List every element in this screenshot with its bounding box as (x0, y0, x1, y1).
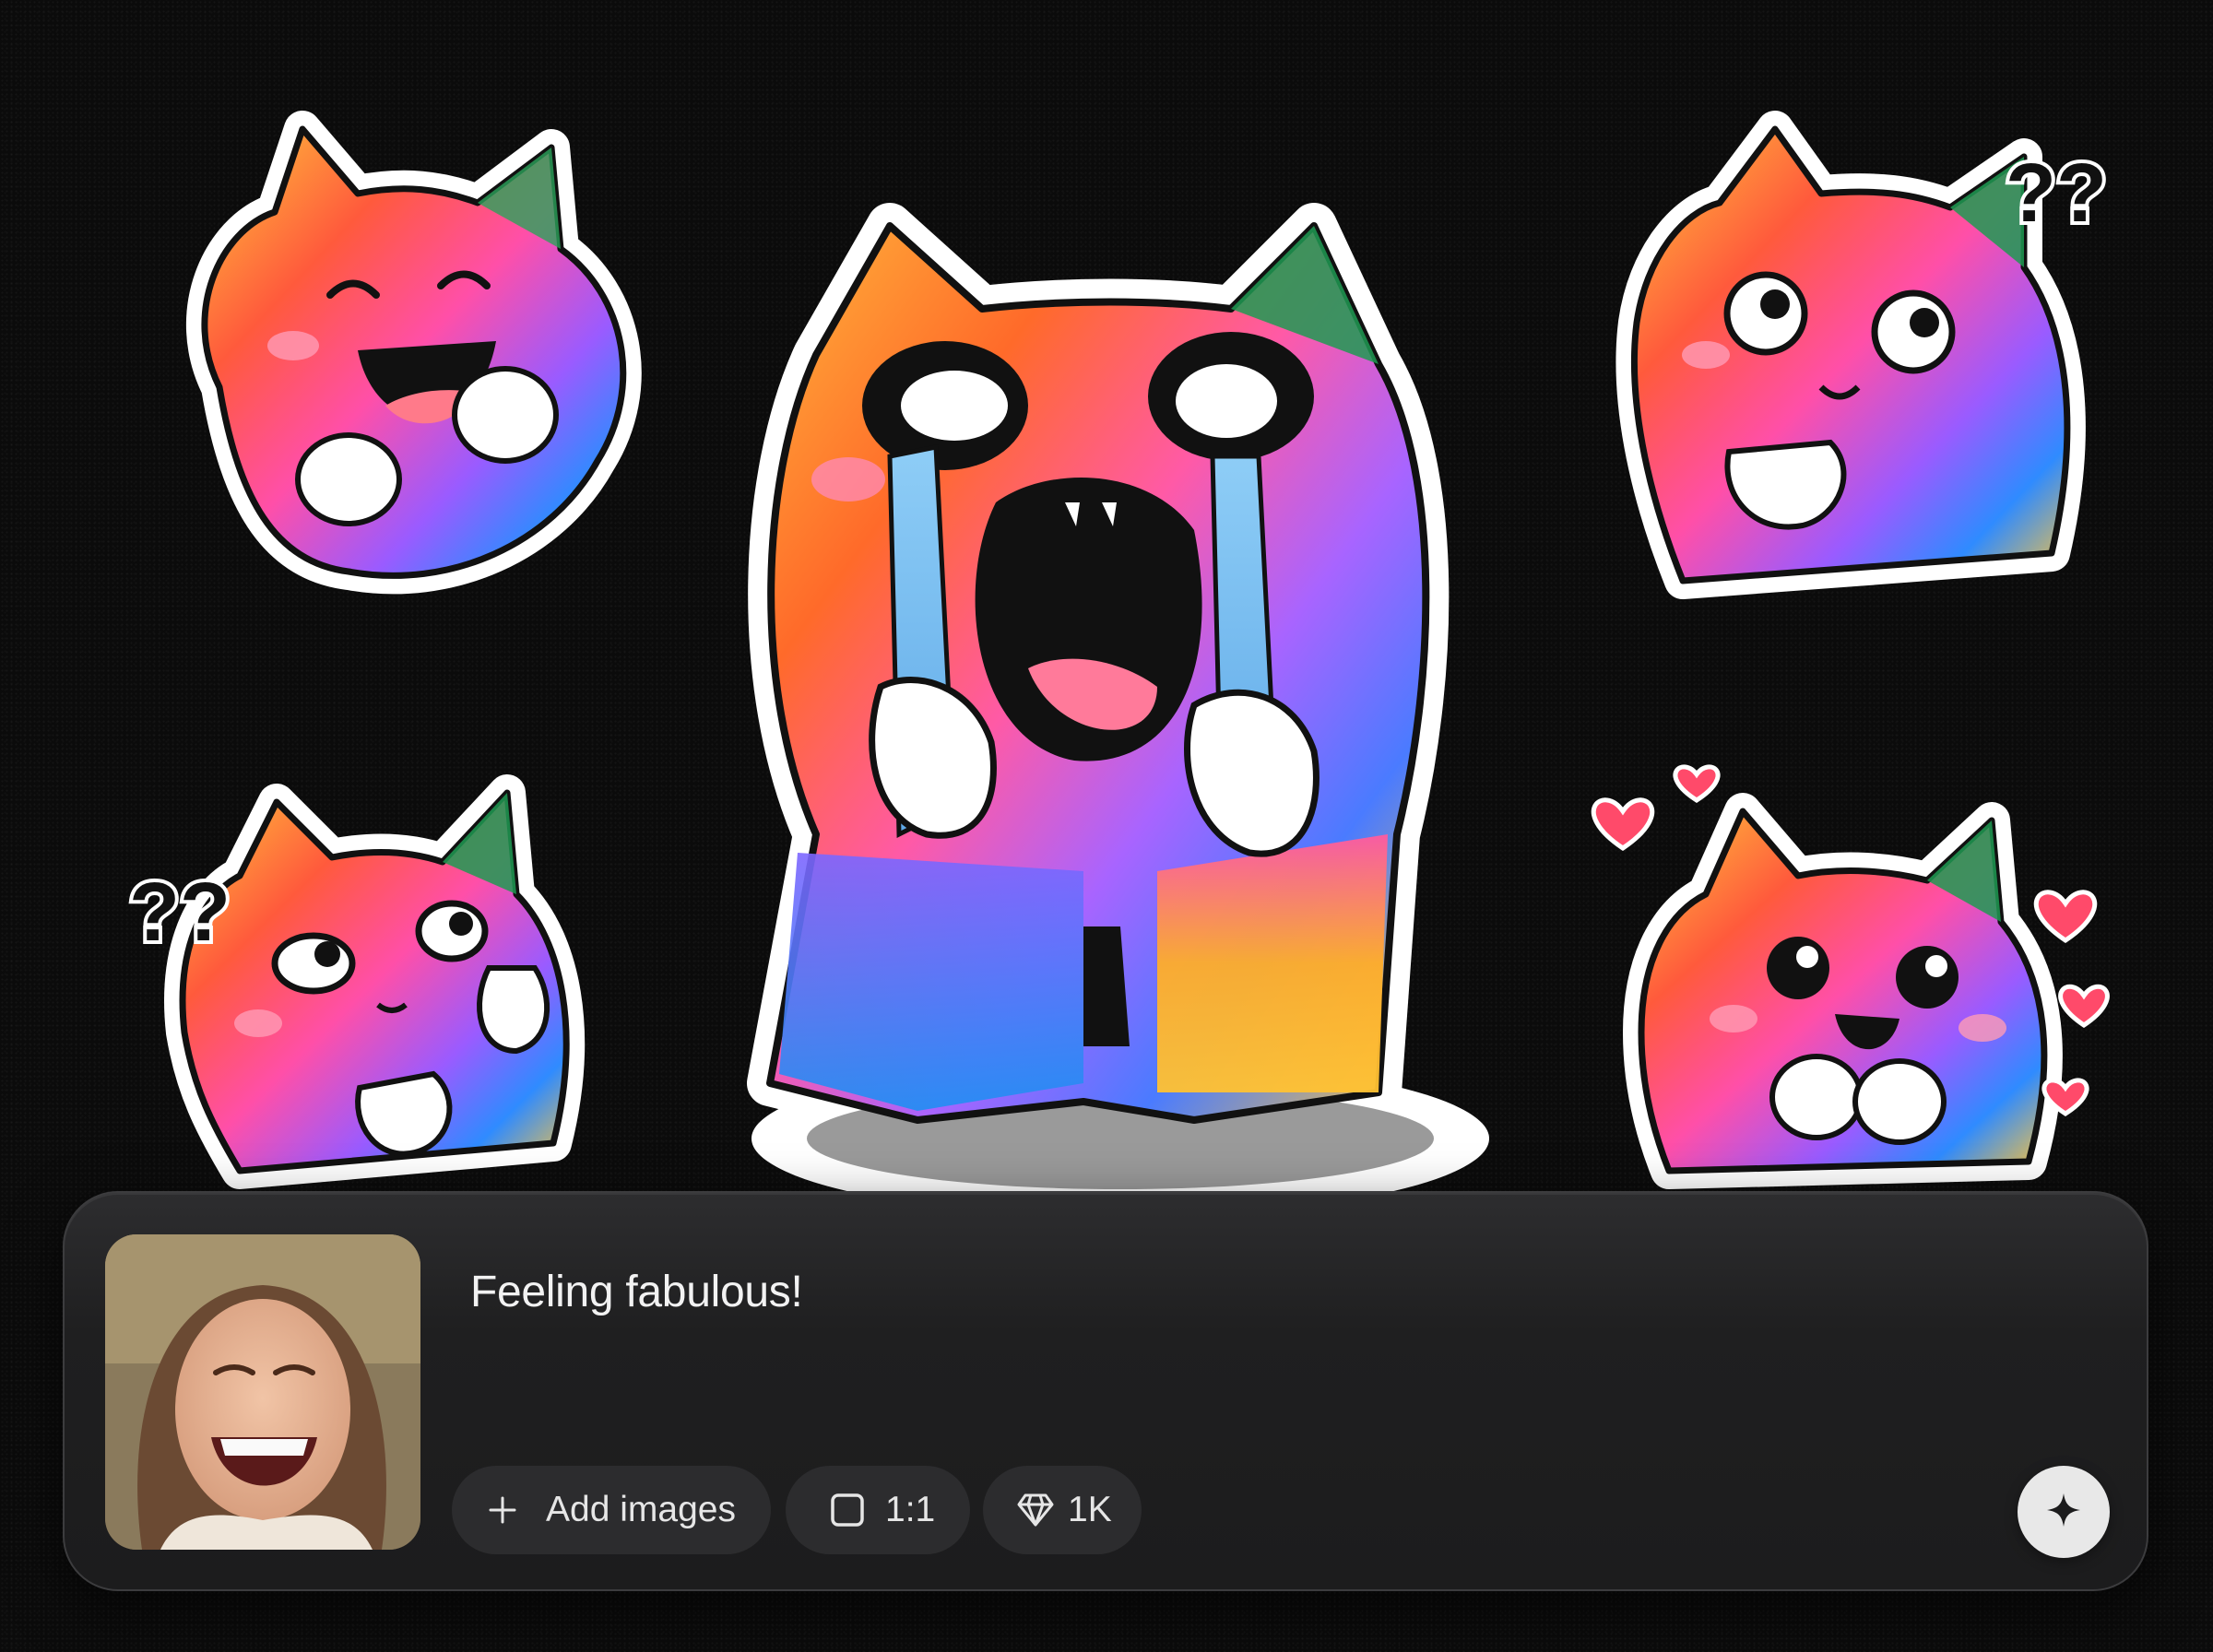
quality-button[interactable]: 1K (983, 1466, 1142, 1554)
quality-label: 1K (1068, 1490, 1112, 1529)
reference-photo-thumbnail[interactable] (105, 1234, 420, 1550)
sticker-thinking-cat: ?? (120, 756, 636, 1189)
question-marks-top-right: ?? (2006, 148, 2107, 240)
plus-icon (487, 1494, 518, 1526)
aspect-ratio-label: 1:1 (885, 1490, 936, 1529)
sticker-hearts-cat (1586, 756, 2130, 1189)
add-images-button[interactable]: Add images (452, 1466, 771, 1554)
aspect-ratio-button[interactable]: 1:1 (786, 1466, 970, 1554)
sparkle-icon (2045, 1492, 2082, 1533)
generate-button[interactable] (2018, 1466, 2110, 1558)
question-marks-bottom-left: ?? (129, 867, 231, 959)
prompt-panel: Feeling fabulous! Add images 1:1 1K (63, 1191, 2148, 1591)
diamond-icon (1016, 1493, 1055, 1528)
sticker-crying-cat (678, 171, 1581, 1231)
sticker-laughing-cat (164, 111, 644, 618)
add-images-label: Add images (546, 1490, 736, 1529)
prompt-text[interactable]: Feeling fabulous! (470, 1267, 803, 1317)
sticker-questioning-cat: ?? (1609, 111, 2111, 608)
square-icon (830, 1493, 865, 1528)
